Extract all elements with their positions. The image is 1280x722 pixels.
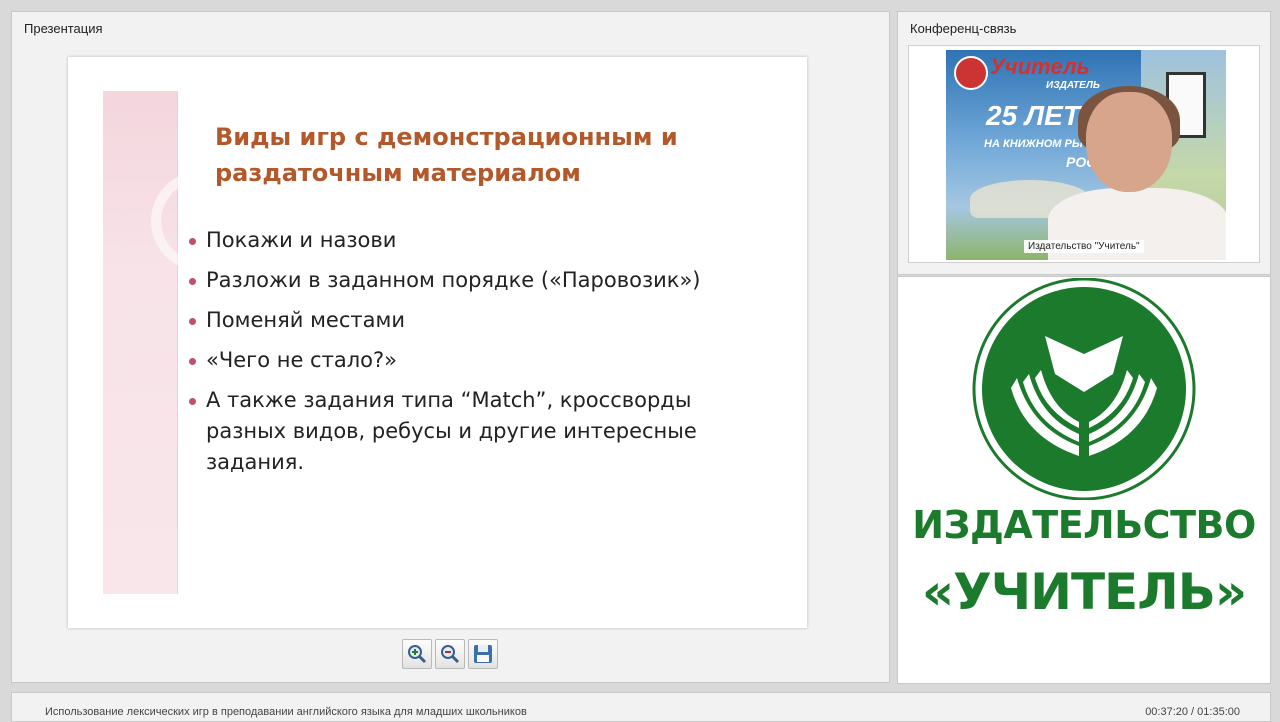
zoom-out-button[interactable]	[435, 639, 465, 669]
presentation-panel-title: Презентация	[24, 21, 103, 36]
footer-bar: Использование лексических игр в преподав…	[11, 692, 1271, 722]
bullet-dot-icon	[189, 278, 196, 285]
save-button[interactable]	[468, 639, 498, 669]
conference-panel-title: Конференц-связь	[910, 21, 1017, 36]
conference-panel: Конференц-связь Учитель ИЗДАТЕЛЬ 25 ЛЕТ …	[897, 11, 1271, 275]
bullet-dot-icon	[189, 238, 196, 245]
slide-bullet: А также задания типа “Match”, кроссворды…	[186, 385, 766, 478]
speaker-face	[1086, 92, 1172, 192]
banner-logo-icon	[954, 56, 988, 90]
publisher-name-line1: ИЗДАТЕЛЬСТВО	[912, 503, 1256, 547]
video-caption: Издательство "Учитель"	[1024, 240, 1144, 253]
slide: Виды игр с демонстрационным и раздаточны…	[68, 57, 807, 628]
slide-heading: Виды игр с демонстрационным и раздаточны…	[215, 119, 735, 191]
bullet-dot-icon	[189, 318, 196, 325]
zoom-in-button[interactable]	[402, 639, 432, 669]
publisher-emblem-icon	[972, 278, 1196, 500]
slide-bullet: «Чего не стало?»	[186, 345, 766, 376]
publisher-logo-panel: ИЗДАТЕЛЬСТВО «УЧИТЕЛЬ»	[897, 276, 1271, 684]
presentation-panel: Презентация Виды игр с демонстрационным …	[11, 11, 890, 683]
playback-time: 00:37:20 / 01:35:00	[1145, 706, 1240, 718]
slide-bullet: Поменяй местами	[186, 305, 766, 336]
zoom-in-icon	[408, 645, 427, 664]
slide-bullet: Покажи и назови	[186, 225, 766, 256]
webcam-video[interactable]: Учитель ИЗДАТЕЛЬ 25 ЛЕТ НА КНИЖНОМ РЫ РО…	[946, 50, 1226, 260]
slide-decor-bar	[103, 91, 251, 594]
bullet-dot-icon	[189, 398, 196, 405]
slide-bullet-list: Покажи и назови Разложи в заданном поряд…	[186, 225, 766, 487]
bullet-dot-icon	[189, 358, 196, 365]
slide-heading-line2: раздаточным материалом	[215, 159, 581, 187]
slide-bullet: Разложи в заданном порядке («Паровозик»)	[186, 265, 766, 296]
webinar-title: Использование лексических игр в преподав…	[45, 706, 527, 718]
zoom-out-icon	[441, 645, 460, 664]
floppy-disk-icon	[474, 645, 492, 663]
slide-heading-line1: Виды игр с демонстрационным и	[215, 123, 678, 151]
video-frame: Учитель ИЗДАТЕЛЬ 25 ЛЕТ НА КНИЖНОМ РЫ РО…	[908, 45, 1260, 263]
publisher-name-line2: «УЧИТЕЛЬ»	[921, 563, 1247, 621]
